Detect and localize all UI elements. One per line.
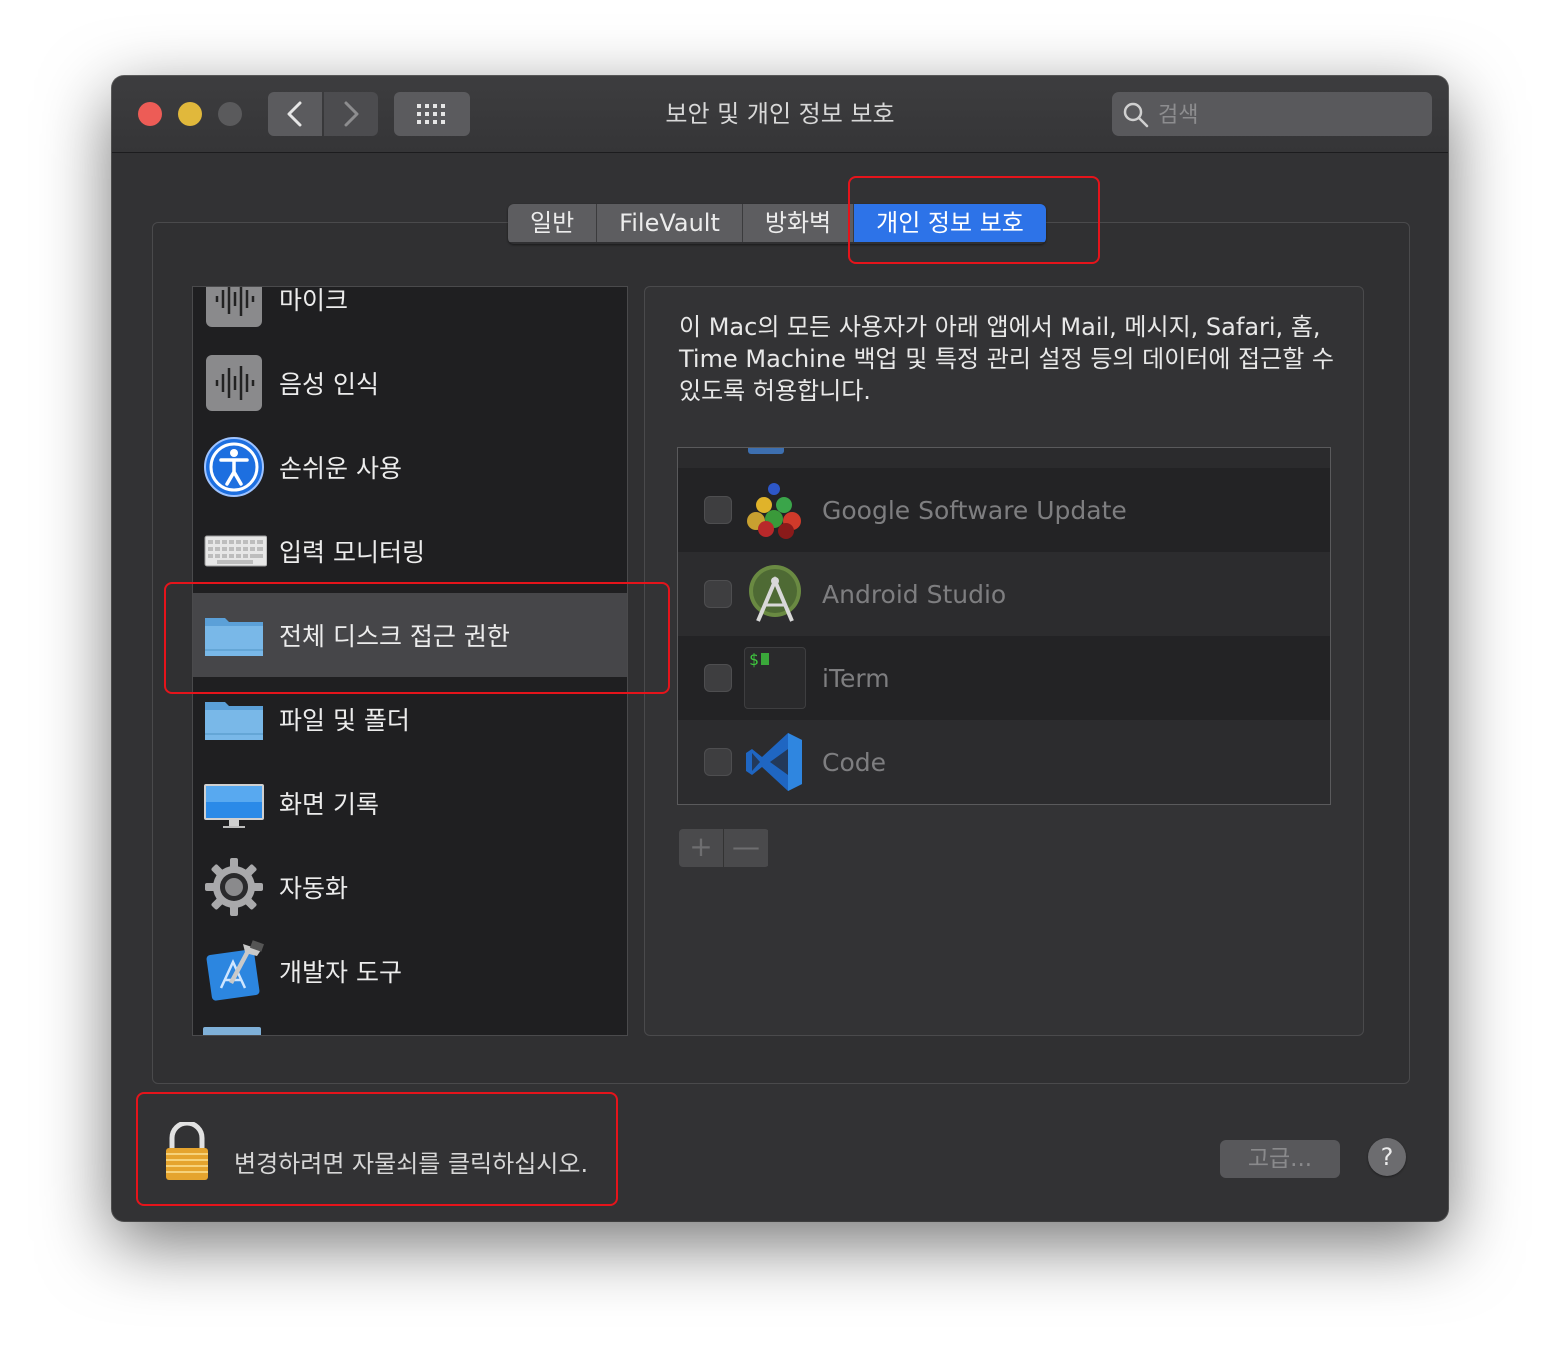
sidebar-item-input-monitoring[interactable]: 입력 모니터링: [193, 509, 627, 593]
advanced-button[interactable]: 고급...: [1220, 1140, 1340, 1178]
app-checkbox[interactable]: [704, 664, 732, 692]
remove-app-button[interactable]: —: [724, 829, 768, 867]
sidebar-item-label: 손쉬운 사용: [279, 454, 402, 483]
app-row-google-software-update[interactable]: Google Software Update: [678, 468, 1330, 552]
folder-icon: [205, 702, 263, 740]
sidebar-item-screen-recording[interactable]: 화면 기록: [193, 761, 627, 845]
sidebar-item-developer-tools[interactable]: 개발자 도구: [193, 929, 627, 1013]
sidebar-item-automation[interactable]: 자동화: [193, 845, 627, 929]
app-checkbox[interactable]: [704, 580, 732, 608]
xcode-icon: [206, 940, 265, 1001]
tab-firewall[interactable]: 방화벽: [742, 204, 855, 242]
app-list[interactable]: Google Software Update Android Studio $: [677, 447, 1331, 805]
sidebar-item-label: 마이크: [279, 286, 349, 315]
annotation-box-full-disk-access: [164, 582, 670, 694]
add-remove-control: + —: [679, 829, 769, 867]
app-checkbox[interactable]: [704, 496, 732, 524]
app-row-peek: [748, 448, 784, 454]
help-button[interactable]: ?: [1368, 1138, 1406, 1176]
app-permission-pane: 이 Mac의 모든 사용자가 아래 앱에서 Mail, 메시지, Safari,…: [644, 286, 1364, 1036]
annotation-box-lock: [136, 1092, 618, 1206]
preferences-window: 보안 및 개인 정보 보호 일반 FileVault 방화벽 개인 정보 보호: [112, 76, 1448, 1221]
sidebar-item-microphone[interactable]: 마이크: [193, 286, 627, 341]
iterm-cursor: [761, 653, 769, 665]
sidebar-item-label: 입력 모니터링: [279, 538, 425, 567]
search-icon: [1123, 102, 1149, 128]
app-row-iterm[interactable]: $ iTerm: [678, 636, 1330, 720]
sidebar-item-label: 화면 기록: [279, 790, 379, 819]
app-name: Android Studio: [822, 579, 1007, 609]
android-studio-icon: [749, 565, 801, 622]
iterm-prompt-text: $: [749, 650, 759, 669]
app-name: iTerm: [822, 663, 890, 693]
title-bar: 보안 및 개인 정보 보호: [112, 76, 1448, 153]
sidebar-item-speech-recognition[interactable]: 음성 인식: [193, 341, 627, 425]
sidebar-item-label: 음성 인식: [279, 370, 379, 399]
tab-general[interactable]: 일반: [508, 204, 598, 242]
gear-icon: [205, 858, 263, 916]
annotation-box-privacy-tab: [848, 176, 1100, 264]
sidebar-item-label: 자동화: [279, 874, 349, 903]
app-name: Code: [822, 747, 887, 777]
app-row-code[interactable]: Code: [678, 720, 1330, 804]
app-checkbox[interactable]: [704, 748, 732, 776]
vscode-icon: [746, 733, 802, 791]
accessibility-icon: [204, 437, 264, 497]
iterm-icon: $: [744, 647, 806, 709]
sidebar-item-accessibility[interactable]: 손쉬운 사용: [193, 425, 627, 509]
keyboard-icon: [204, 535, 267, 567]
search-input[interactable]: [1156, 92, 1420, 138]
add-app-button[interactable]: +: [679, 829, 724, 867]
sidebar-item-label: 개발자 도구: [279, 958, 402, 987]
speech-recognition-icon: [206, 355, 262, 411]
sidebar-next-item-peek: [203, 1027, 261, 1035]
permission-description: 이 Mac의 모든 사용자가 아래 앱에서 Mail, 메시지, Safari,…: [679, 313, 1335, 405]
tab-filevault[interactable]: FileVault: [597, 204, 743, 242]
google-software-update-icon: [747, 483, 801, 539]
sidebar-item-label: 파일 및 폴더: [279, 706, 410, 735]
display-icon: [204, 784, 264, 828]
microphone-icon: [206, 287, 262, 327]
app-row-android-studio[interactable]: Android Studio: [678, 552, 1330, 636]
app-name: Google Software Update: [822, 495, 1127, 525]
search-field[interactable]: [1112, 92, 1432, 138]
